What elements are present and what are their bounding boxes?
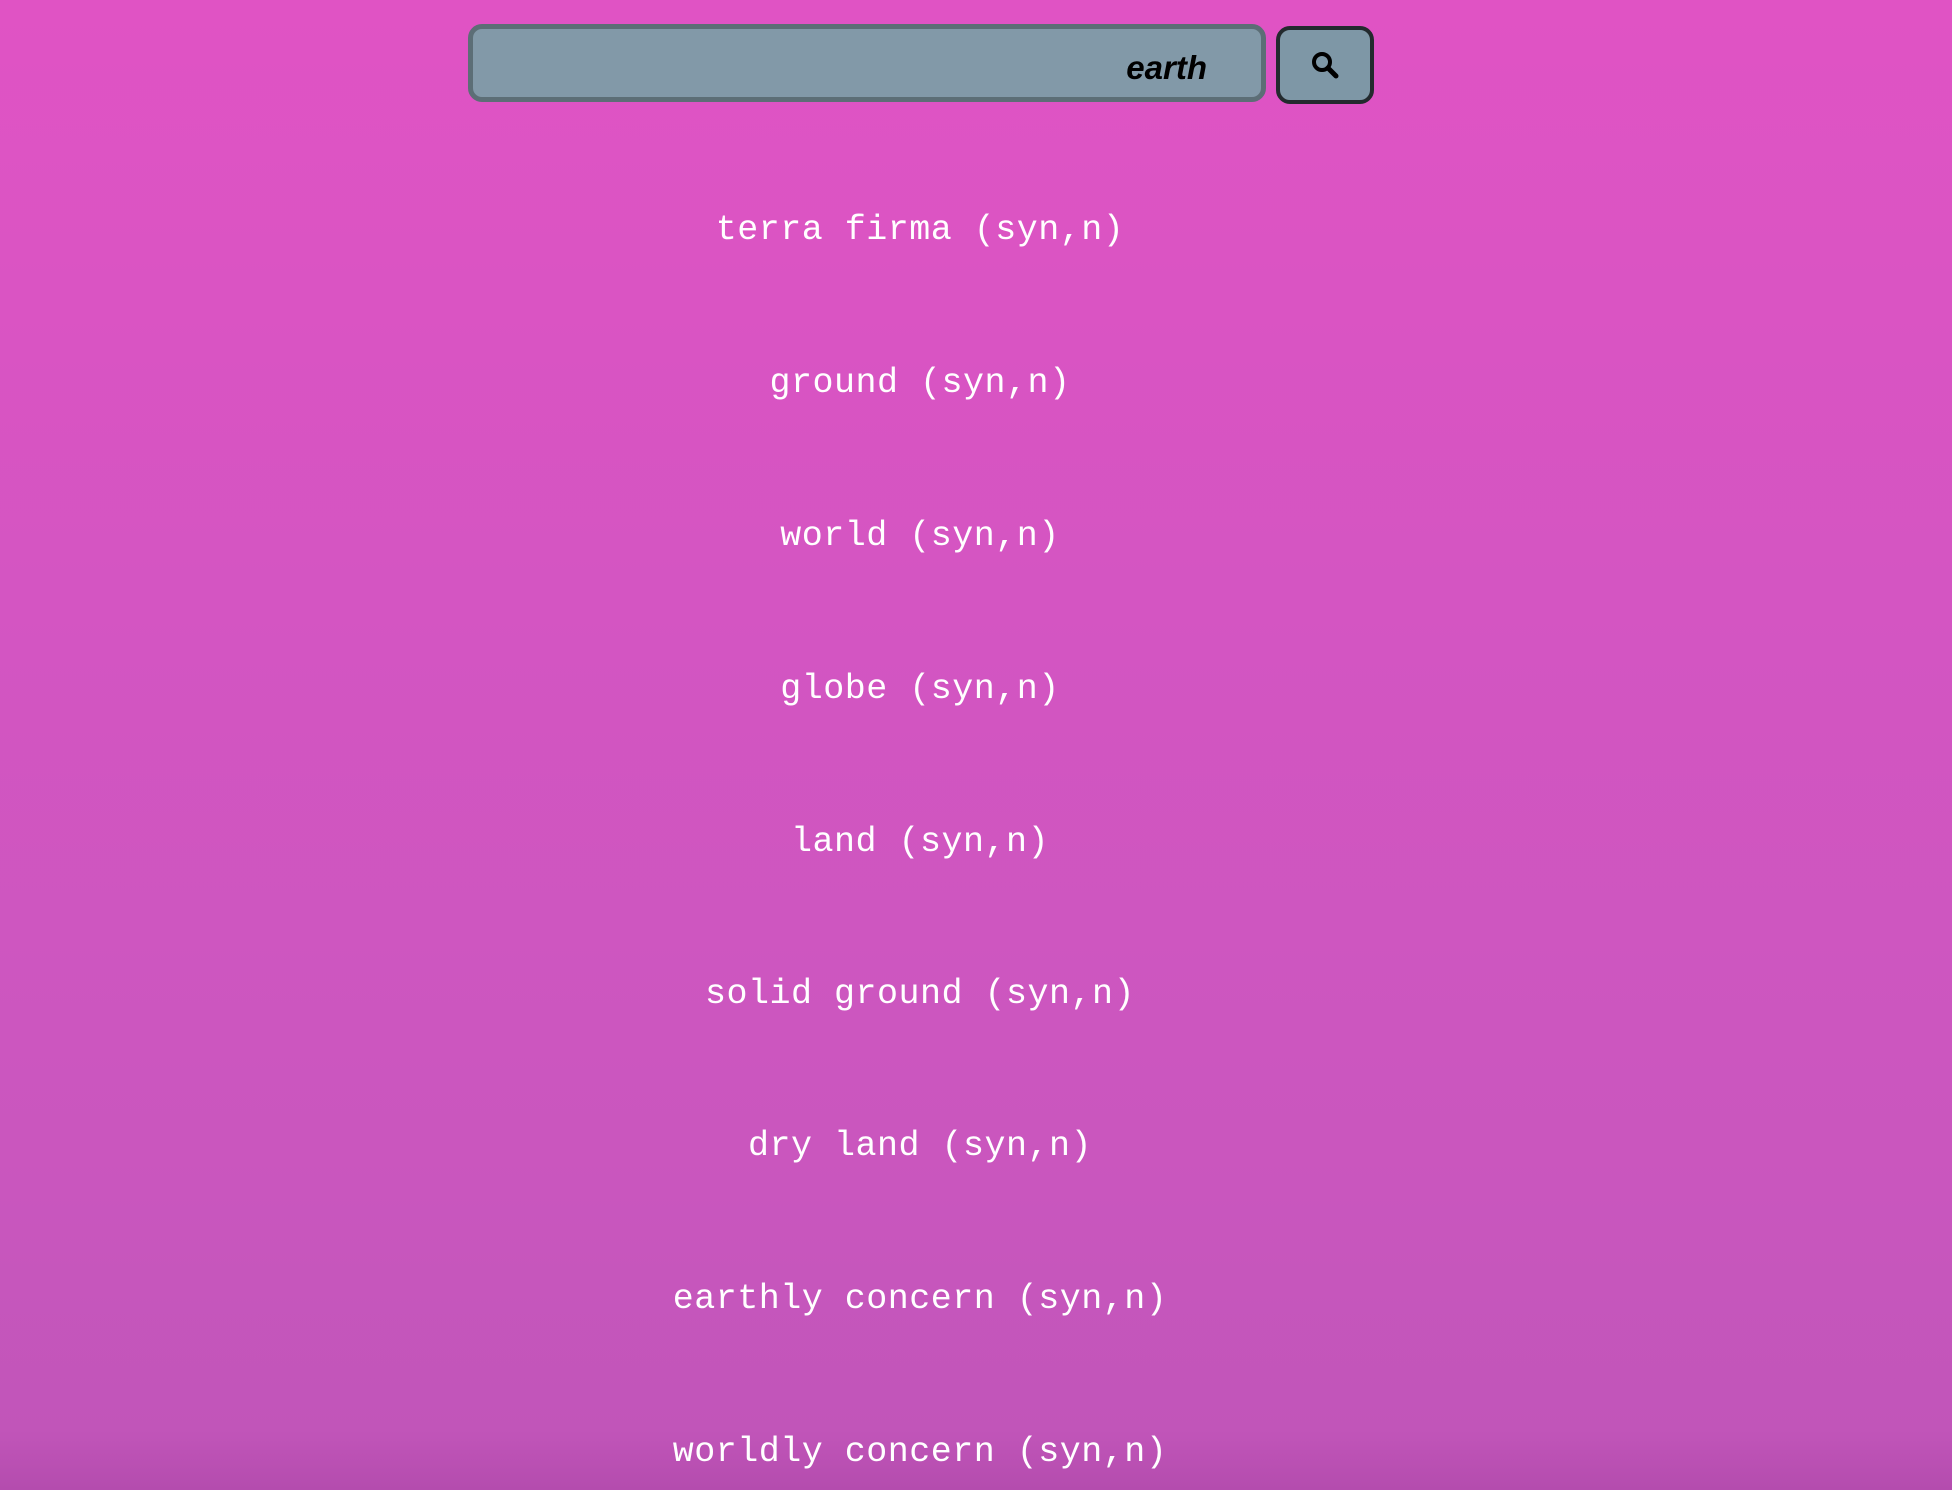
results-list: terra firma (syn,n) ground (syn,n) world… — [0, 0, 1840, 1490]
result-item[interactable]: land (syn,n) — [0, 820, 1840, 864]
result-item[interactable]: solid ground (syn,n) — [0, 972, 1840, 1016]
result-item[interactable]: world (syn,n) — [0, 514, 1840, 558]
result-item[interactable]: dry land (syn,n) — [0, 1124, 1840, 1168]
result-item[interactable]: ground (syn,n) — [0, 361, 1840, 405]
result-item[interactable]: globe (syn,n) — [0, 667, 1840, 711]
result-item[interactable]: terra firma (syn,n) — [0, 208, 1840, 252]
result-item[interactable]: earthly concern (syn,n) — [0, 1277, 1840, 1321]
result-item[interactable]: worldly concern (syn,n) — [0, 1430, 1840, 1474]
